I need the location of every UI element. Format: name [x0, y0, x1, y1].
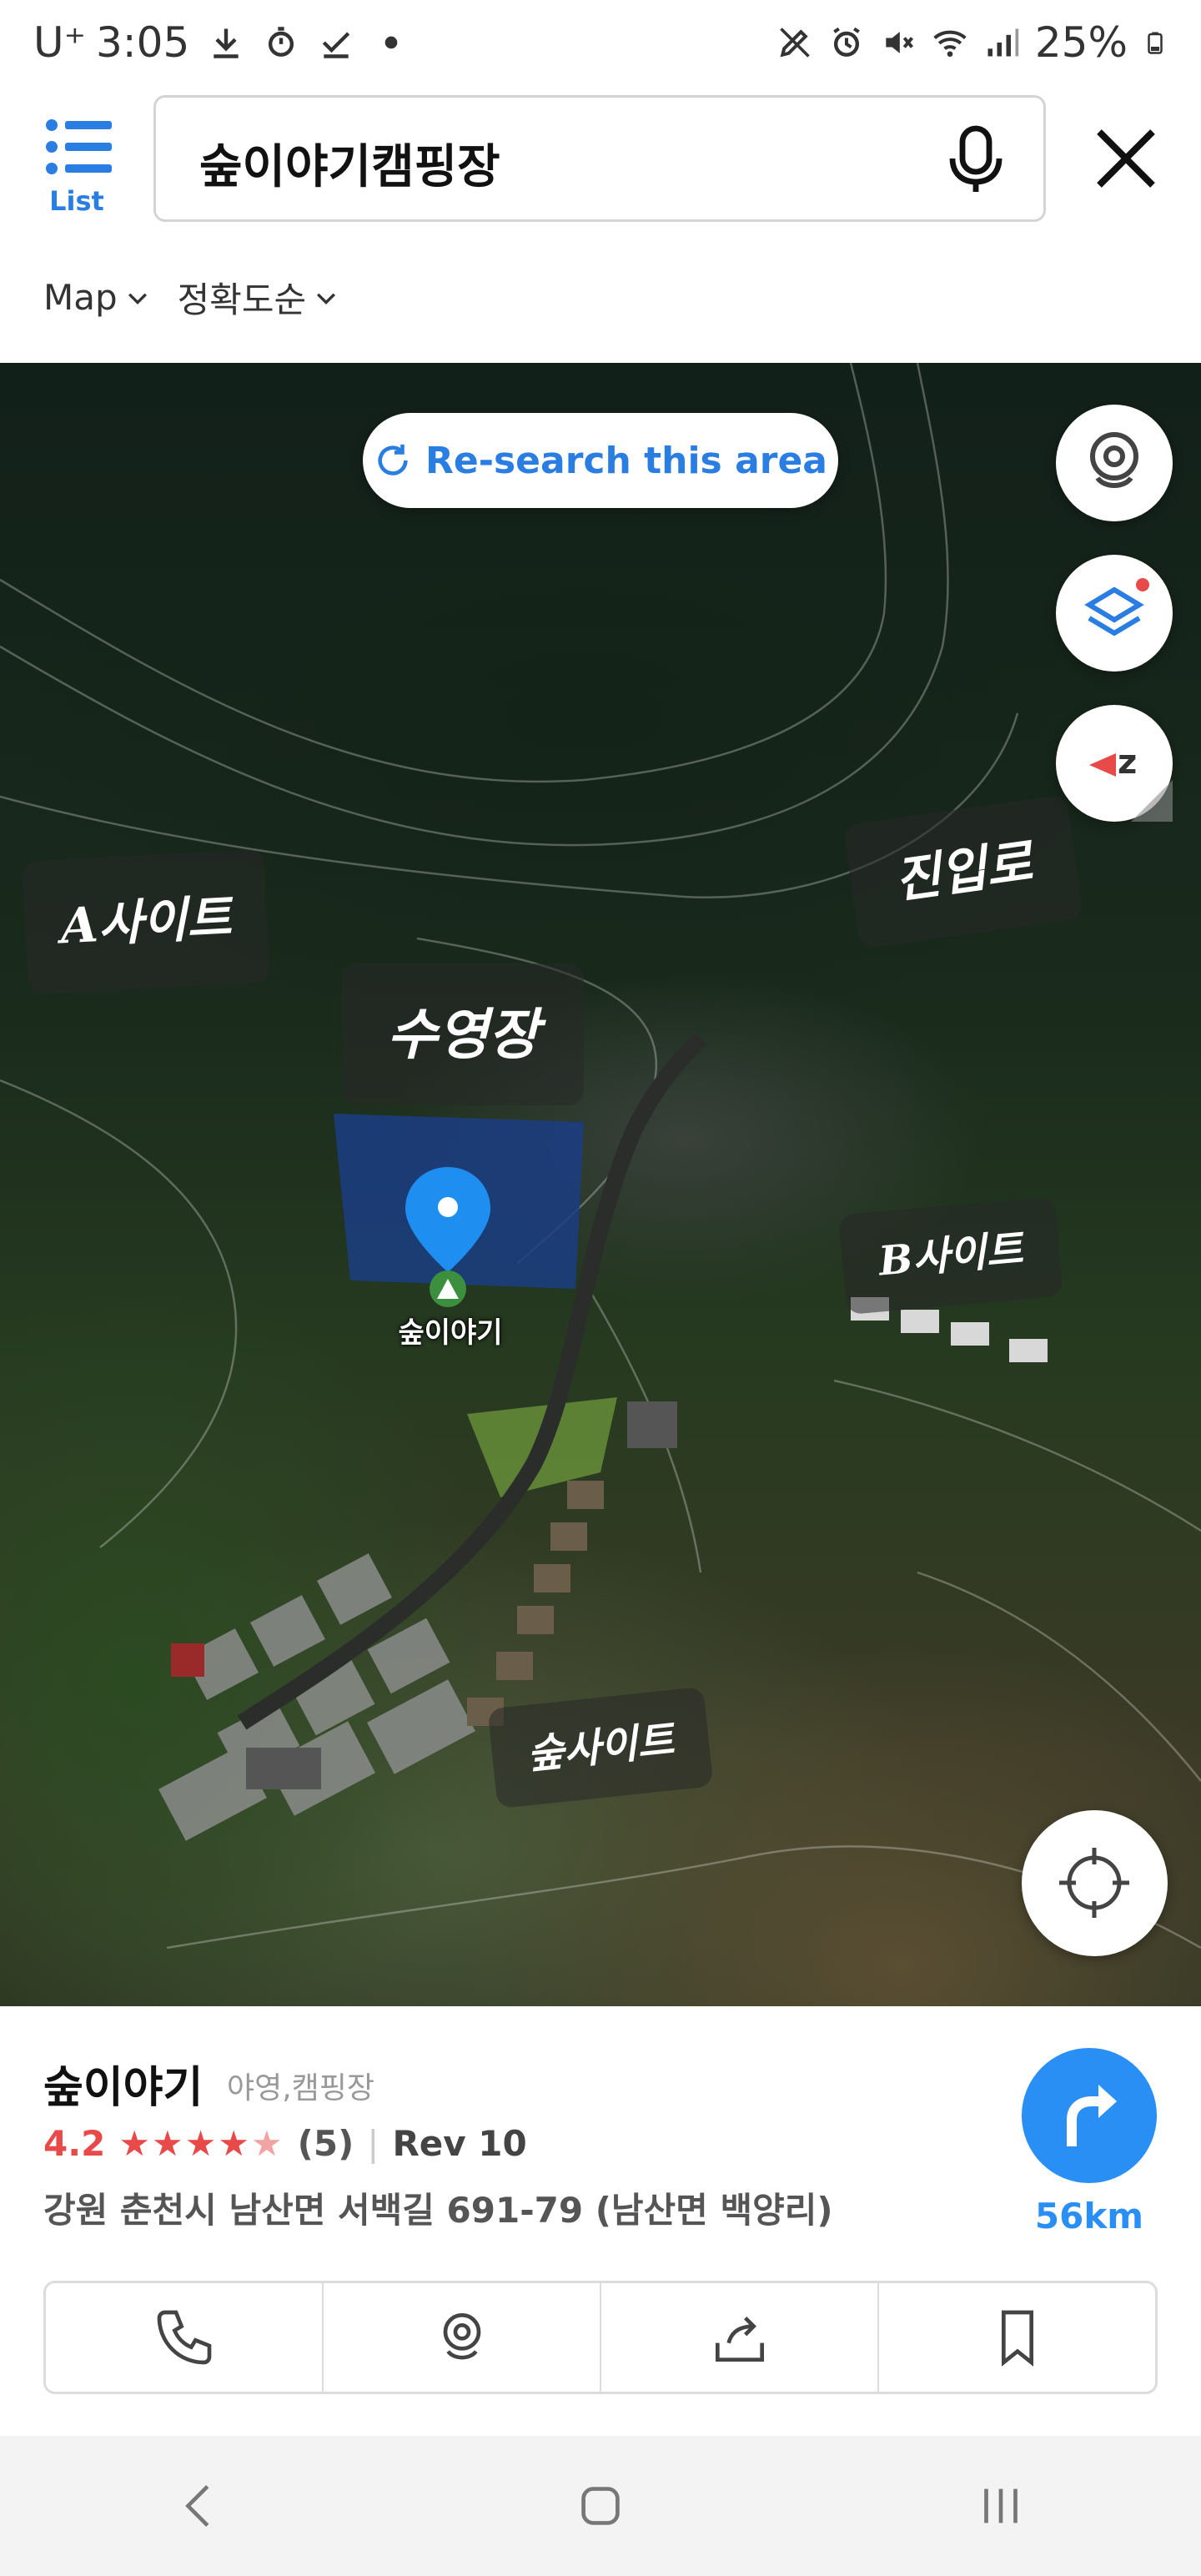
roadview-icon	[443, 2313, 480, 2360]
roadview-button[interactable]	[1056, 405, 1173, 521]
separator: |	[367, 2123, 379, 2164]
phone-icon	[157, 2310, 211, 2365]
compass-icon: z	[1089, 743, 1173, 822]
battery-icon	[1148, 32, 1163, 54]
roadview-action-button[interactable]	[324, 2283, 601, 2392]
close-icon[interactable]	[1093, 125, 1159, 192]
battery-percent: 25%	[1034, 18, 1128, 67]
share-button[interactable]	[601, 2283, 879, 2392]
save-button[interactable]	[879, 2283, 1155, 2392]
list-icon	[46, 119, 112, 174]
status-right: 25%	[776, 18, 1168, 67]
svg-text:z: z	[1118, 743, 1137, 782]
back-icon[interactable]	[171, 2477, 229, 2535]
route-button[interactable]	[1022, 2048, 1157, 2183]
roadview-icon	[1090, 432, 1138, 488]
signal-icon	[987, 28, 1019, 57]
layers-button[interactable]	[1056, 555, 1173, 672]
research-area-button[interactable]: Re-search this area	[363, 413, 838, 508]
annotation-b-site: B사이트	[838, 1195, 1063, 1316]
pen-off-icon	[780, 28, 810, 58]
filter-sort[interactable]: 정확도순	[178, 272, 339, 323]
download-icon	[214, 28, 239, 58]
bookmark-icon	[1001, 2310, 1033, 2367]
carrier: U⁺	[33, 18, 86, 67]
list-button[interactable]: List	[37, 117, 117, 217]
alarm-icon	[833, 27, 860, 57]
clock: 3:05	[96, 18, 190, 67]
status-bar: U⁺ 3:05 25%	[0, 0, 1201, 92]
filter-map[interactable]: Map	[43, 272, 149, 323]
system-nav-bar	[0, 2436, 1201, 2576]
layers-icon	[1084, 578, 1149, 636]
refresh-icon	[378, 444, 408, 475]
annotation-a-site: A사이트	[22, 848, 270, 995]
search-query: 숲이야기캠핑장	[199, 140, 500, 194]
mute-icon	[886, 32, 913, 53]
dot-icon	[384, 36, 398, 49]
annotation-pool: 수영장	[342, 963, 584, 1105]
place-category: 야영,캠핑장	[227, 2071, 375, 2106]
review-count[interactable]: (5)	[298, 2123, 354, 2164]
check-icon	[323, 32, 350, 58]
filter-sort-label: 정확도순	[177, 279, 307, 320]
search-input[interactable]: 숲이야기캠핑장	[153, 95, 1046, 222]
list-label: List	[49, 185, 104, 217]
action-bar	[43, 2281, 1158, 2394]
filter-map-label: Map	[43, 277, 118, 318]
location-pin-icon[interactable]	[402, 1164, 494, 1314]
star-rating-icon: ★★★★★	[118, 2123, 284, 2164]
map-view[interactable]: A사이트 수영장 진입로 B사이트 숲사이트 Re-search this ar…	[0, 363, 1201, 2006]
compass-button[interactable]: z	[1056, 705, 1173, 822]
microphone-icon[interactable]	[942, 125, 1009, 195]
rating-value: 4.2	[43, 2123, 106, 2164]
call-button[interactable]	[46, 2283, 324, 2392]
pin-label: 숲이야기	[398, 1316, 503, 1350]
turn-right-arrow-icon	[1067, 2085, 1117, 2146]
rating-row: 4.2 ★★★★★ (5) | Rev 10	[43, 2123, 527, 2164]
timer-icon	[269, 27, 294, 57]
place-address: 강원 춘천시 남산면 서백길 691-79 (남산면 백양리)	[43, 2190, 833, 2231]
distance-label: 56km	[1034, 2196, 1144, 2236]
wifi-icon	[933, 30, 967, 58]
filter-bar: Map 정확도순	[43, 272, 338, 323]
research-label: Re-search this area	[425, 439, 827, 482]
home-icon[interactable]	[571, 2477, 630, 2535]
chevron-down-icon	[128, 293, 147, 304]
status-left: U⁺ 3:05	[33, 18, 410, 67]
place-name[interactable]: 숲이야기	[43, 2052, 203, 2115]
recents-icon[interactable]	[972, 2477, 1030, 2535]
crosshair-icon	[1059, 1848, 1129, 1918]
share-icon	[715, 2317, 764, 2362]
rev-count[interactable]: Rev 10	[392, 2123, 526, 2164]
chevron-down-icon	[317, 293, 336, 304]
my-location-button[interactable]	[1022, 1810, 1168, 1956]
